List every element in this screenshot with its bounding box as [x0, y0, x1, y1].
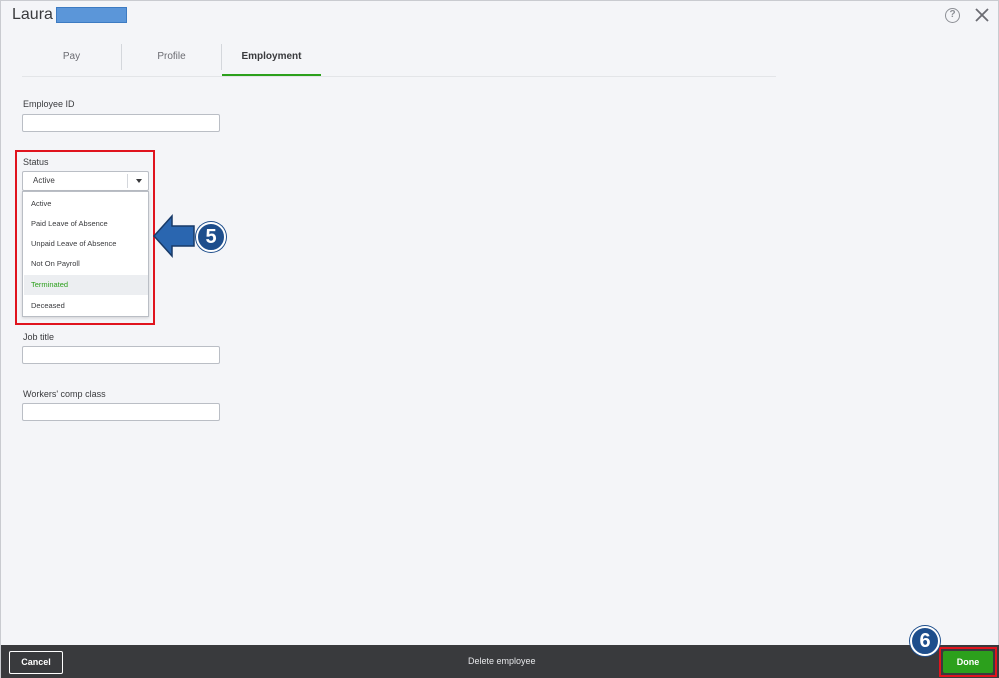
redacted-last-name: [56, 7, 127, 23]
help-circle-icon[interactable]: ?: [945, 8, 960, 23]
cancel-button[interactable]: Cancel: [9, 651, 63, 674]
status-selected-value: Active: [33, 176, 55, 185]
dialog-header: Laura ?: [1, 1, 999, 31]
workers-comp-input[interactable]: [22, 403, 220, 421]
job-title-input[interactable]: [22, 346, 220, 364]
status-dropdown-menu: Active Paid Leave of Absence Unpaid Leav…: [22, 191, 149, 317]
status-label: Status: [23, 157, 49, 167]
employee-name: Laura: [12, 6, 53, 23]
step-5-badge: 5: [196, 222, 226, 252]
tab-bar: Pay Profile Employment: [22, 44, 776, 77]
job-title-label: Job title: [23, 332, 55, 342]
tab-profile[interactable]: Profile: [122, 44, 221, 76]
status-option-not-on-payroll[interactable]: Not On Payroll: [24, 254, 148, 274]
done-button[interactable]: Done: [943, 651, 993, 673]
status-option-deceased[interactable]: Deceased: [24, 296, 148, 316]
delete-employee-link[interactable]: Delete employee: [468, 656, 536, 666]
status-select[interactable]: Active: [22, 171, 149, 191]
employee-id-label: Employee ID: [23, 99, 75, 109]
select-divider: [127, 174, 128, 188]
status-option-terminated[interactable]: Terminated: [24, 275, 148, 295]
chevron-down-icon[interactable]: [136, 179, 142, 183]
status-option-paid-leave[interactable]: Paid Leave of Absence: [24, 214, 148, 234]
employee-id-input[interactable]: [22, 114, 220, 132]
workers-comp-label: Workers' comp class: [23, 389, 106, 399]
close-icon[interactable]: [973, 6, 991, 24]
tab-employment[interactable]: Employment: [222, 44, 321, 76]
tab-pay[interactable]: Pay: [22, 44, 121, 76]
dialog-footer: Cancel Delete employee Done: [1, 645, 999, 678]
status-option-unpaid-leave[interactable]: Unpaid Leave of Absence: [24, 234, 148, 254]
step-6-badge: 6: [910, 626, 940, 656]
callout-arrow-icon: [152, 214, 195, 258]
status-option-active[interactable]: Active: [24, 194, 148, 214]
